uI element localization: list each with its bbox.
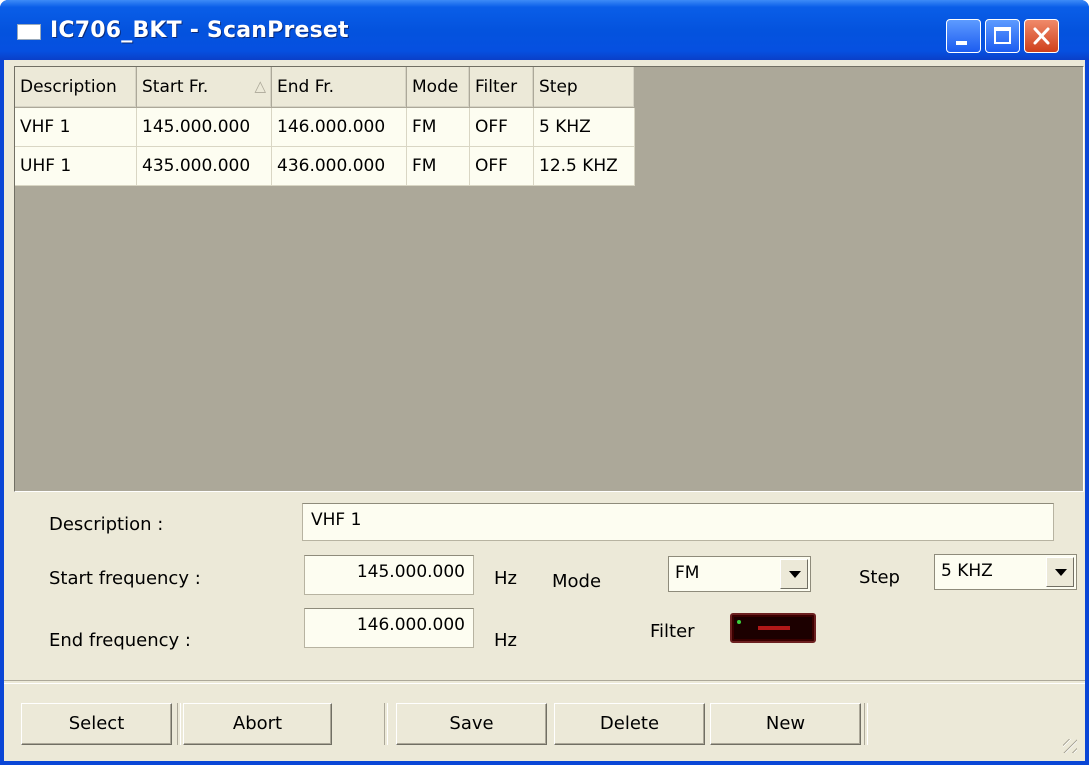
chevron-down-icon[interactable] [780,559,808,589]
table-row[interactable]: VHF 1 145.000.000 146.000.000 FM OFF 5 K… [15,107,635,147]
preset-table: Description Start Fr. △ End Fr. Mode Filt… [15,67,635,186]
cell-start[interactable]: 435.000.000 [136,146,272,186]
title-bar[interactable]: IC706_BKT - ScanPreset [0,0,1089,60]
minimize-icon [956,41,967,45]
app-window: IC706_BKT - ScanPreset Description Start… [0,0,1089,765]
step-select-value: 5 KHZ [941,561,993,581]
end-unit-label: Hz [494,630,517,651]
filter-toggle[interactable] [730,613,816,643]
close-button[interactable] [1024,19,1059,53]
cell-description[interactable]: UHF 1 [15,146,137,186]
cell-step[interactable]: 12.5 KHZ [533,146,635,186]
column-header-start[interactable]: Start Fr. △ [136,67,272,108]
minimize-button[interactable] [946,19,981,53]
start-frequency-label: Start frequency : [49,568,201,589]
cell-end[interactable]: 146.000.000 [271,107,407,147]
cell-start[interactable]: 145.000.000 [136,107,272,147]
step-select[interactable]: 5 KHZ [934,554,1077,590]
column-header-step[interactable]: Step [533,67,635,108]
mode-select[interactable]: FM [668,556,811,592]
cell-filter[interactable]: OFF [469,107,534,147]
filter-label: Filter [650,621,695,642]
end-frequency-label: End frequency : [49,630,191,651]
window-title: IC706_BKT - ScanPreset [50,18,349,43]
cell-mode[interactable]: FM [406,107,470,147]
client-area: Description Start Fr. △ End Fr. Mode Filt… [4,60,1085,761]
button-divider [864,703,868,745]
sort-ascending-icon: △ [254,77,266,95]
step-label: Step [859,567,900,588]
table-row[interactable]: UHF 1 435.000.000 436.000.000 FM OFF 12.… [15,146,635,186]
column-header-description[interactable]: Description [15,67,137,108]
maximize-button[interactable] [985,19,1020,53]
mode-select-value: FM [675,563,700,583]
description-field[interactable]: VHF 1 [302,503,1054,541]
end-frequency-field[interactable]: 146.000.000 [304,608,474,648]
start-unit-label: Hz [494,568,517,589]
filter-off-bar [758,626,790,630]
cell-filter[interactable]: OFF [469,146,534,186]
delete-button[interactable]: Delete [554,703,705,745]
cell-mode[interactable]: FM [406,146,470,186]
start-frequency-field[interactable]: 145.000.000 [304,555,474,595]
resize-grip-icon[interactable] [1063,739,1077,753]
cell-step[interactable]: 5 KHZ [533,107,635,147]
cell-description[interactable]: VHF 1 [15,107,137,147]
column-header-end[interactable]: End Fr. [271,67,407,108]
maximize-icon [994,27,1011,44]
preset-grid[interactable]: Description Start Fr. △ End Fr. Mode Filt… [14,66,1084,492]
window-icon [17,24,41,40]
description-label: Description : [49,514,164,535]
mode-label: Mode [552,571,602,592]
filter-indicator-light [737,620,741,624]
cell-end[interactable]: 436.000.000 [271,146,407,186]
separator [4,680,1085,684]
select-button[interactable]: Select [21,703,172,745]
table-header-row: Description Start Fr. △ End Fr. Mode Filt… [15,67,635,108]
button-divider [384,703,388,745]
save-button[interactable]: Save [396,703,547,745]
new-button[interactable]: New [710,703,861,745]
chevron-down-icon[interactable] [1046,557,1074,587]
column-header-mode[interactable]: Mode [406,67,470,108]
close-icon [1033,27,1050,45]
abort-button[interactable]: Abort [183,703,332,745]
button-divider [177,703,181,745]
column-header-filter[interactable]: Filter [469,67,534,108]
